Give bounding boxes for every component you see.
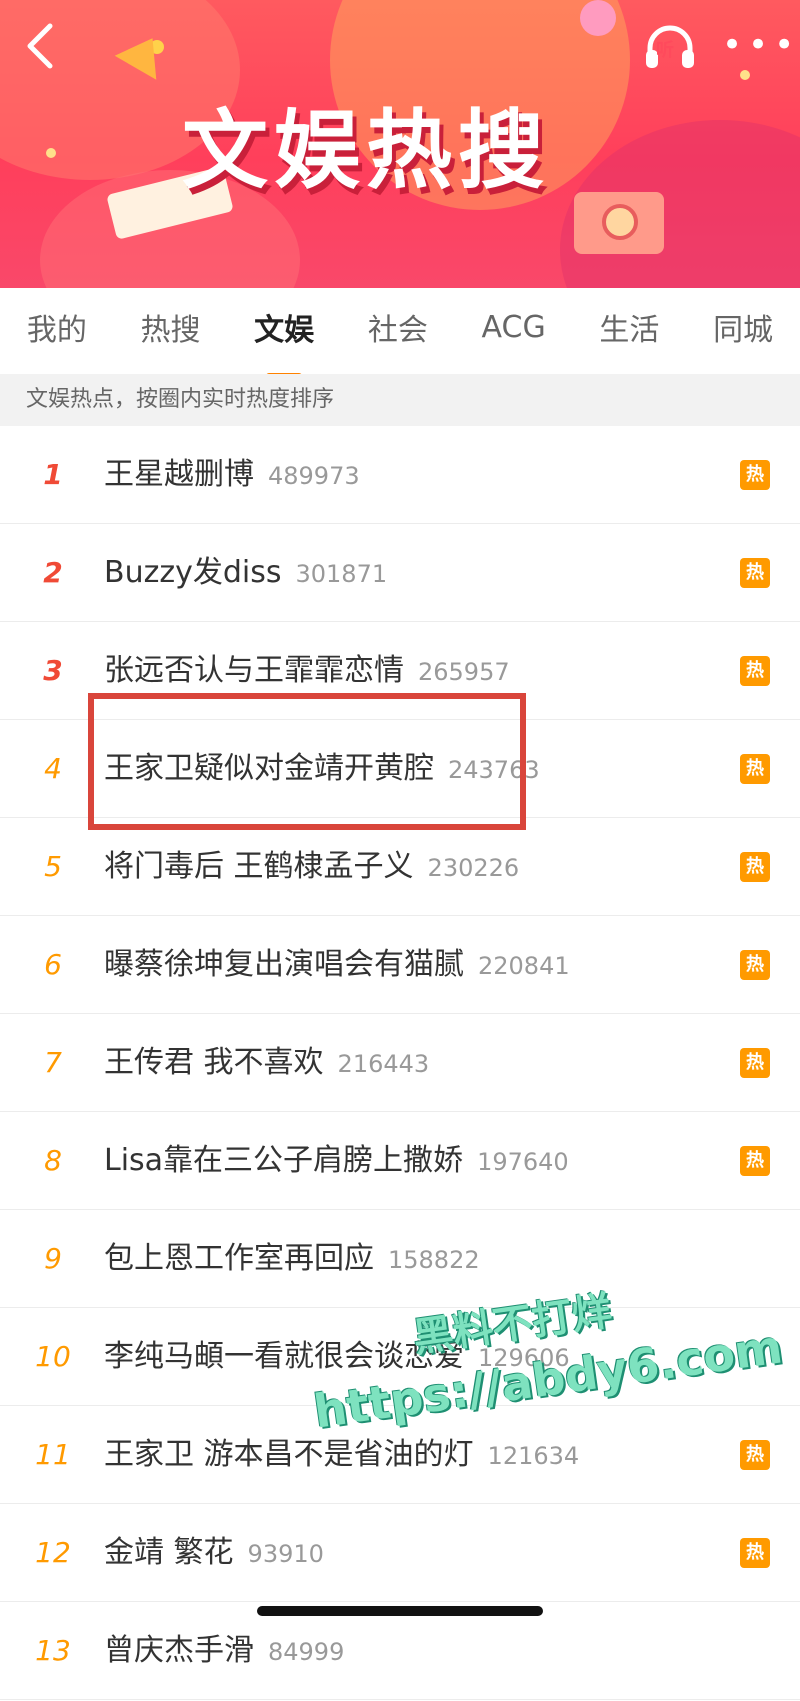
heat-count: 265957 (418, 658, 510, 686)
topic-title: 李纯马頔一看就很会谈恋爱 (104, 1339, 464, 1374)
hot-badge: 热 (740, 656, 770, 686)
heat-count: 489973 (268, 462, 360, 490)
chevron-left-icon[interactable] (20, 22, 60, 70)
camera-decoration (574, 192, 664, 254)
topic-title: 曝蔡徐坤复出演唱会有猫腻 (104, 947, 464, 982)
list-item[interactable]: 13 曾庆杰手滑 84999 (0, 1602, 800, 1700)
hot-badge: 热 (740, 460, 770, 490)
rank-number: 2 (43, 556, 63, 589)
topic-title: Lisa靠在三公子肩膀上撒娇 (104, 1143, 464, 1178)
list-item[interactable]: 6 曝蔡徐坤复出演唱会有猫腻 220841 热 (0, 916, 800, 1014)
rank-number: 4 (44, 752, 62, 785)
list-item[interactable]: 2 Buzzy发diss 301871 热 (0, 524, 800, 622)
hot-badge: 热 (740, 558, 770, 588)
heat-count: 220841 (478, 952, 570, 980)
rank-number: 13 (35, 1634, 71, 1667)
hot-search-list: 1 王星越删博 489973 热 2 Buzzy发diss 301871 热 3 张… (0, 426, 800, 1700)
highlight-box (88, 693, 526, 830)
heat-count: 93910 (247, 1540, 324, 1568)
rank-number: 10 (35, 1340, 71, 1373)
topic-title: 包上恩工作室再回应 (104, 1241, 374, 1276)
hot-badge: 热 (740, 1538, 770, 1568)
rank-number: 3 (43, 654, 63, 687)
topic-title: 金靖 繁花 (104, 1535, 234, 1570)
heat-count: 84999 (268, 1638, 345, 1666)
home-indicator[interactable] (257, 1606, 543, 1616)
tab-bar: 我的 热搜 文娱 社会 ACG 生活 同城 (0, 288, 800, 379)
hot-badge: 热 (740, 852, 770, 882)
hot-badge: 热 (740, 1146, 770, 1176)
topic-title: 王传君 我不喜欢 (104, 1045, 324, 1080)
page-title: 文娱热搜 (182, 101, 550, 201)
topic-title: Buzzy发diss (104, 555, 282, 590)
heat-count: 121634 (487, 1442, 580, 1470)
list-item[interactable]: 9 包上恩工作室再回应 158822 (0, 1210, 800, 1308)
rank-number: 7 (44, 1046, 62, 1079)
tab-life[interactable]: 生活 (599, 305, 659, 357)
tab-entertainment[interactable]: 文娱 (254, 305, 314, 379)
hot-badge: 热 (740, 754, 770, 784)
topic-title: 王家卫 游本昌不是省油的灯 (104, 1437, 474, 1472)
section-description: 文娱热点，按圈内实时热度排序 (0, 374, 800, 426)
topic-title: 张远否认与王霏霏恋情 (104, 653, 404, 688)
tab-acg[interactable]: ACG (482, 310, 546, 353)
rank-number: 11 (35, 1438, 71, 1471)
tab-society[interactable]: 社会 (368, 305, 428, 357)
tab-local[interactable]: 同城 (713, 305, 773, 357)
list-item[interactable]: 12 金靖 繁花 93910 热 (0, 1504, 800, 1602)
hot-badge: 热 (740, 950, 770, 980)
tab-hot-search[interactable]: 热搜 (141, 305, 201, 357)
list-item[interactable]: 7 王传君 我不喜欢 216443 热 (0, 1014, 800, 1112)
rank-number: 5 (44, 850, 62, 883)
heat-count: 158822 (388, 1246, 480, 1274)
hot-badge: 热 (740, 1440, 770, 1470)
rank-number: 8 (44, 1144, 62, 1177)
heat-count: 301871 (295, 560, 388, 588)
topic-title: 将门毒后 王鹤棣孟子义 (104, 849, 414, 884)
listen-label: 听 (656, 40, 674, 61)
rank-number: 1 (43, 458, 63, 491)
hot-badge: 热 (740, 1048, 770, 1078)
heat-count: 216443 (337, 1050, 430, 1078)
list-item[interactable]: 8 Lisa靠在三公子肩膀上撒娇 197640 热 (0, 1112, 800, 1210)
heat-count: 230226 (427, 854, 520, 882)
list-item[interactable]: 5 将门毒后 王鹤棣孟子义 230226 热 (0, 818, 800, 916)
header-banner: 听 ••• 文娱热搜 (0, 0, 800, 288)
topic-title: 王星越删博 (104, 457, 254, 492)
heat-count: 197640 (477, 1148, 569, 1176)
tab-mine[interactable]: 我的 (27, 305, 87, 357)
listen-button[interactable]: 听 (640, 18, 700, 78)
rank-number: 12 (35, 1536, 71, 1569)
list-item[interactable]: 1 王星越删博 489973 热 (0, 426, 800, 524)
topic-title: 曾庆杰手滑 (104, 1633, 254, 1668)
rank-number: 9 (44, 1242, 62, 1275)
rank-number: 6 (44, 948, 62, 981)
more-icon[interactable]: ••• (722, 28, 794, 62)
